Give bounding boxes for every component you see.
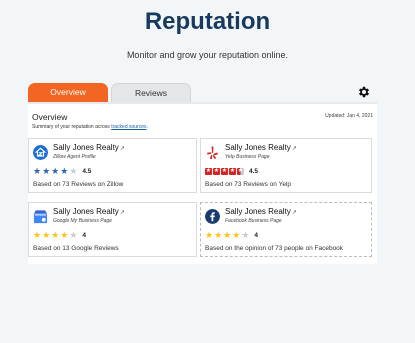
review-basis: Based on the opinion of 73 people on Fac… xyxy=(205,245,344,252)
page-subtitle: Monitor and grow your reputation online. xyxy=(126,50,289,60)
rating-value: 4.5 xyxy=(82,167,92,175)
star-icon: ★ xyxy=(42,166,51,176)
review-basis: Based on 73 Reviews on Yelp xyxy=(205,181,292,188)
tab-overview[interactable]: Overview xyxy=(28,83,108,102)
star-icon: ★ xyxy=(60,166,69,176)
card-source: Facebook Business Page xyxy=(225,218,282,224)
star-icon: ★ xyxy=(51,166,60,176)
tracked-sources-link[interactable]: tracked sources xyxy=(111,124,146,130)
google-card: Sally Jones Realty↗ Google My Business P… xyxy=(28,202,197,257)
tab-reviews[interactable]: Reviews xyxy=(111,83,191,102)
star-icon: ★ xyxy=(205,167,212,175)
star-empty-icon: ★ xyxy=(69,166,78,176)
summary-text: Summary of your reputation across xyxy=(32,124,110,130)
gear-icon[interactable] xyxy=(357,85,371,99)
external-link-icon[interactable]: ↗ xyxy=(120,210,125,216)
card-source: Zillow Agent Profile xyxy=(53,154,96,160)
star-rating: ★ ★ ★ ★ ★ 4.5 xyxy=(33,166,92,176)
star-empty-icon: ★ xyxy=(241,230,250,240)
rating-value: 4.5 xyxy=(249,167,259,175)
star-icon: ★ xyxy=(232,230,241,240)
star-rating: ★ ★ ★ ★ ★ 4 xyxy=(205,230,259,240)
external-link-icon[interactable]: ↗ xyxy=(292,146,297,152)
star-icon: ★ xyxy=(214,230,223,240)
star-half-icon: ★ xyxy=(237,167,244,175)
star-icon: ★ xyxy=(33,166,42,176)
card-title[interactable]: Sally Jones Realty↗ xyxy=(53,207,125,216)
star-icon: ★ xyxy=(229,167,236,175)
review-basis: Based on 73 Reviews on Zillow xyxy=(33,181,124,188)
star-icon: ★ xyxy=(223,230,232,240)
star-icon: ★ xyxy=(51,230,60,240)
yelp-icon xyxy=(207,146,219,160)
review-basis: Based on 13 Google Reviews xyxy=(33,245,119,252)
card-source: Yelp Business Page xyxy=(225,154,270,160)
star-rating: ★ ★ ★ ★ ★ 4.5 xyxy=(205,167,258,175)
summary-suffix: . xyxy=(146,124,148,130)
google-my-business-icon xyxy=(33,210,48,224)
star-icon: ★ xyxy=(221,167,228,175)
star-icon: ★ xyxy=(60,230,69,240)
star-rating: ★ ★ ★ ★ ★ 4 xyxy=(33,230,87,240)
overview-panel: Overview Summary of your reputation acro… xyxy=(28,102,377,264)
rating-value: 4 xyxy=(82,231,87,239)
star-icon: ★ xyxy=(213,167,220,175)
tab-bar: Overview Reviews xyxy=(28,83,191,102)
overview-summary: Summary of your reputation across tracke… xyxy=(32,124,148,130)
overview-title: Overview xyxy=(32,112,68,122)
card-title[interactable]: Sally Jones Realty↗ xyxy=(225,143,297,152)
yelp-card: Sally Jones Realty↗ Yelp Business Page ★… xyxy=(200,138,372,193)
rating-value: 4 xyxy=(254,231,259,239)
zillow-card: Sally Jones Realty↗ Zillow Agent Profile… xyxy=(28,138,197,193)
facebook-icon xyxy=(205,209,220,224)
card-title[interactable]: Sally Jones Realty↗ xyxy=(225,207,297,216)
star-empty-icon: ★ xyxy=(69,230,78,240)
card-source: Google My Business Page xyxy=(53,218,112,224)
external-link-icon[interactable]: ↗ xyxy=(292,210,297,216)
star-icon: ★ xyxy=(33,230,42,240)
star-icon: ★ xyxy=(42,230,51,240)
updated-date: Updated: Jan 4, 2021 xyxy=(325,113,373,119)
facebook-card: Sally Jones Realty↗ Facebook Business Pa… xyxy=(200,202,372,257)
star-icon: ★ xyxy=(205,230,214,240)
external-link-icon[interactable]: ↗ xyxy=(120,146,125,152)
page-title: Reputation xyxy=(144,8,271,35)
zillow-icon xyxy=(33,145,48,160)
card-title[interactable]: Sally Jones Realty↗ xyxy=(53,143,125,152)
